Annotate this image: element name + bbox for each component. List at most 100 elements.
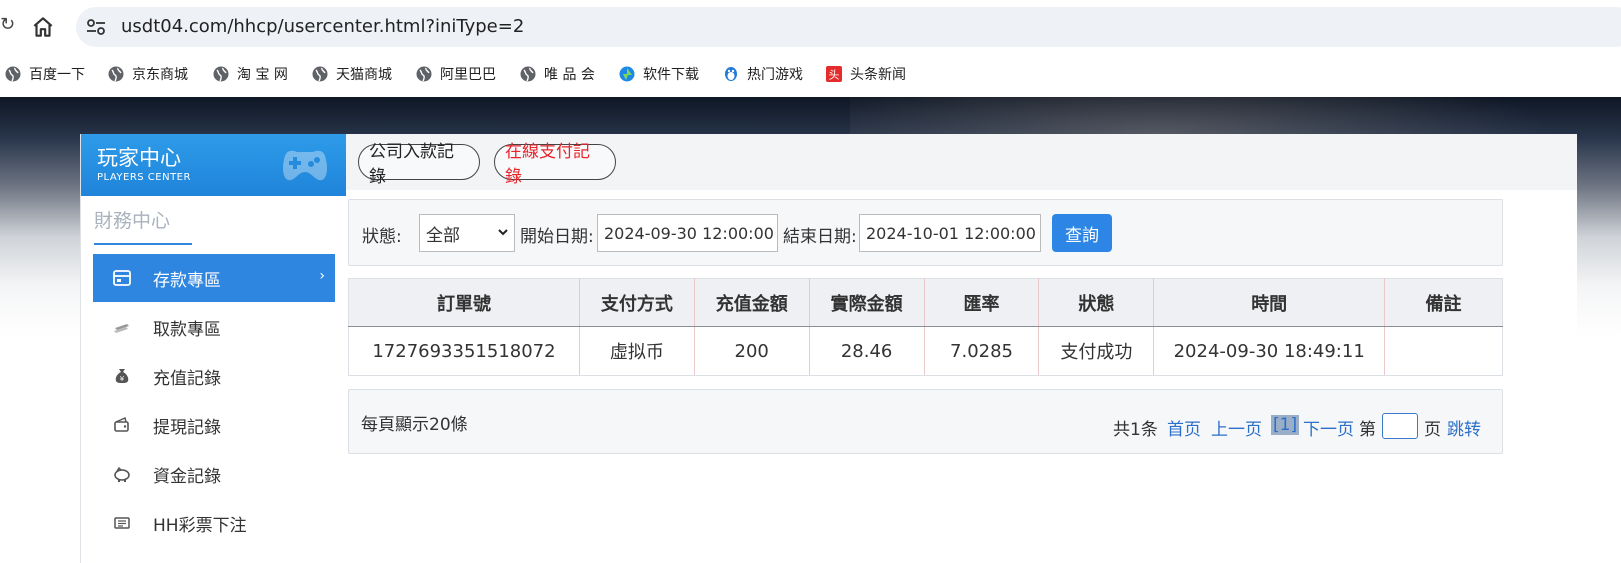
finance-center-underline xyxy=(94,243,192,245)
column-header: 充值金額 xyxy=(694,278,810,327)
globe-icon xyxy=(108,66,124,82)
sidebar-item-label: 取款專區 xyxy=(153,319,221,340)
globe-icon xyxy=(5,66,21,82)
first-page-link[interactable]: 首页 xyxy=(1167,415,1201,440)
bookmark-software[interactable]: 软件下载 xyxy=(619,64,699,84)
main-content: 公司入款記錄 在線支付記錄 狀態: 全部 開始日期: 2024-09-30 12… xyxy=(346,134,1577,563)
finance-center-title: 財務中心 xyxy=(94,210,171,232)
sidebar-item-fund-records[interactable]: 資金記錄 xyxy=(93,450,335,498)
ticket-icon xyxy=(114,517,130,529)
sidebar-item-label: 存款專區 xyxy=(153,270,221,291)
toutiao-icon: 头 xyxy=(826,66,842,82)
globe-icon xyxy=(312,66,328,82)
browser-toolbar: ↻ usdt04.com/hhcp/usercenter.html?iniTyp… xyxy=(0,0,1621,56)
next-page-link[interactable]: 下一页 xyxy=(1303,415,1354,440)
table-row: 1727693351518072 虛拟币 200 28.46 7.0285 支付… xyxy=(348,326,1503,376)
filter-bar: 狀態: 全部 開始日期: 2024-09-30 12:00:00 結束日期: 2… xyxy=(348,199,1503,266)
current-page[interactable]: [1] xyxy=(1271,415,1300,435)
svg-text:¥: ¥ xyxy=(120,375,125,383)
prev-page-link[interactable]: 上一页 xyxy=(1211,415,1262,440)
cash-icon xyxy=(114,324,129,333)
column-header: 支付方式 xyxy=(579,278,695,327)
url-text[interactable]: usdt04.com/hhcp/usercenter.html?iniType=… xyxy=(121,16,524,37)
remark-cell xyxy=(1384,326,1503,376)
sidebar: 玩家中心 PLAYERS CENTER 財務中心 存款專區 › 取款專區 ¥ 充… xyxy=(80,134,348,563)
tab-label: 公司入款記錄 xyxy=(369,142,454,187)
status-label: 狀態: xyxy=(362,227,402,247)
exchange-rate-cell: 7.0285 xyxy=(924,326,1040,376)
bookmark-news[interactable]: 头 头条新闻 xyxy=(826,64,906,84)
bookmark-label: 唯 品 会 xyxy=(544,67,595,83)
reload-icon[interactable]: ↻ xyxy=(0,14,15,35)
jump-button[interactable]: 跳转 xyxy=(1447,415,1481,440)
end-date-label: 結束日期: xyxy=(783,227,857,247)
bookmark-label: 淘 宝 网 xyxy=(237,67,288,83)
sidebar-item-withdraw-records[interactable]: 提現記錄 xyxy=(93,401,335,449)
download-icon xyxy=(619,66,635,82)
bookmark-jd[interactable]: 京东商城 xyxy=(108,64,188,84)
page-suffix: 页 xyxy=(1424,420,1441,440)
home-icon[interactable] xyxy=(30,14,56,40)
bookmark-label: 阿里巴巴 xyxy=(440,67,496,83)
start-date-label: 開始日期: xyxy=(520,227,594,247)
page-number-input[interactable] xyxy=(1382,413,1418,439)
tab-online-payment-records[interactable]: 在線支付記錄 xyxy=(494,142,616,187)
bookmark-alibaba[interactable]: 阿里巴巴 xyxy=(416,64,496,84)
bookmark-label: 百度一下 xyxy=(29,67,85,83)
start-date-input[interactable]: 2024-09-30 12:00:00 xyxy=(597,214,778,252)
players-center-title: 玩家中心 xyxy=(97,146,181,170)
address-bar[interactable]: usdt04.com/hhcp/usercenter.html?iniType=… xyxy=(76,7,1621,47)
globe-icon xyxy=(520,66,536,82)
page-prefix: 第 xyxy=(1359,420,1376,440)
total-count: 共1条 xyxy=(1113,420,1158,440)
globe-icon xyxy=(213,66,229,82)
bookmark-games[interactable]: 热门游戏 xyxy=(723,64,803,84)
end-date-input[interactable]: 2024-10-01 12:00:00 xyxy=(859,214,1041,252)
wallet-icon xyxy=(114,416,129,432)
bookmarks-bar: 百度一下 京东商城 淘 宝 网 天猫商城 阿里巴巴 唯 品 会 软件下载 热门游… xyxy=(0,58,1621,90)
table-header-row: 訂單號 支付方式 充值金額 實際金額 匯率 狀態 時間 備註 xyxy=(348,278,1503,327)
payment-method-cell: 虛拟币 xyxy=(579,326,695,376)
players-center-header: 玩家中心 PLAYERS CENTER xyxy=(81,134,347,196)
site-settings-icon[interactable] xyxy=(86,18,106,36)
sidebar-item-recharge-records[interactable]: ¥ 充值記錄 xyxy=(93,352,335,400)
sidebar-item-label: 提現記錄 xyxy=(153,417,221,438)
order-number-cell: 1727693351518072 xyxy=(348,326,580,376)
bookmark-vip[interactable]: 唯 品 会 xyxy=(520,64,595,84)
bookmark-label: 头条新闻 xyxy=(850,67,906,83)
column-header: 狀態 xyxy=(1038,278,1155,327)
sidebar-item-label: HH彩票下注 xyxy=(153,515,247,536)
svg-text:头: 头 xyxy=(829,69,840,82)
status-select-value: 全部 xyxy=(426,225,460,246)
bookmark-baidu[interactable]: 百度一下 xyxy=(5,64,85,84)
bookmark-label: 软件下载 xyxy=(643,67,699,83)
pagination-bar: 每頁顯示20條 共1条 首页 上一页 [1] 下一页 第 页 跳转 xyxy=(348,389,1503,454)
card-icon xyxy=(113,270,131,286)
column-header: 匯率 xyxy=(924,278,1040,327)
globe-icon xyxy=(416,66,432,82)
chevron-right-icon: › xyxy=(319,268,325,284)
actual-amount-cell: 28.46 xyxy=(809,326,925,376)
bookmark-label: 天猫商城 xyxy=(336,67,392,83)
sidebar-item-withdraw[interactable]: 取款專區 xyxy=(93,303,335,351)
column-header: 時間 xyxy=(1153,278,1386,327)
chevron-down-icon xyxy=(498,229,508,236)
column-header: 實際金額 xyxy=(809,278,925,327)
gamepad-icon xyxy=(283,150,327,181)
user-center-panel: 玩家中心 PLAYERS CENTER 財務中心 存款專區 › 取款專區 ¥ 充… xyxy=(80,134,1577,563)
sidebar-item-deposit[interactable]: 存款專區 › xyxy=(93,254,335,302)
status-cell: 支付成功 xyxy=(1038,326,1155,376)
records-content: 狀態: 全部 開始日期: 2024-09-30 12:00:00 結束日期: 2… xyxy=(346,190,1577,563)
players-center-subtitle: PLAYERS CENTER xyxy=(97,172,191,183)
records-table: 訂單號 支付方式 充值金額 實際金額 匯率 狀態 時間 備註 172769335… xyxy=(348,278,1503,376)
status-select[interactable]: 全部 xyxy=(419,214,515,252)
column-header: 備註 xyxy=(1384,278,1503,327)
recharge-amount-cell: 200 xyxy=(694,326,810,376)
sidebar-item-hh-lottery[interactable]: HH彩票下注 xyxy=(93,499,335,547)
bookmark-taobao[interactable]: 淘 宝 网 xyxy=(213,64,288,84)
sidebar-item-label: 充值記錄 xyxy=(153,368,221,389)
bookmark-tmall[interactable]: 天猫商城 xyxy=(312,64,392,84)
start-date-value: 2024-09-30 12:00:00 xyxy=(604,223,774,243)
query-button[interactable]: 查詢 xyxy=(1052,214,1112,252)
tab-company-deposit-records[interactable]: 公司入款記錄 xyxy=(358,142,480,187)
